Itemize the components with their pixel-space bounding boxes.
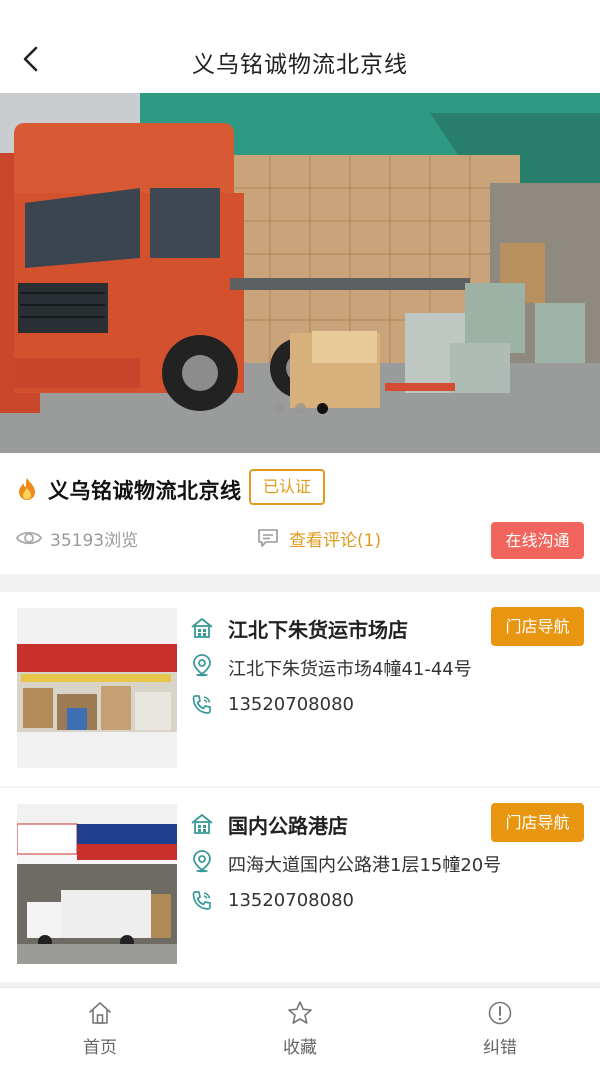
banner-carousel[interactable]	[0, 93, 600, 453]
store-name: 江北下朱货运市场店	[228, 618, 408, 642]
tab-label: 首页	[83, 1038, 117, 1058]
page-title: 义乌铭诚物流北京线	[192, 52, 408, 78]
tab-label: 收藏	[283, 1038, 317, 1058]
location-pin-icon	[193, 850, 211, 873]
eye-icon	[16, 531, 42, 545]
phone-icon[interactable]	[190, 889, 214, 913]
carousel-dot[interactable]	[294, 403, 306, 414]
carousel-indicator	[0, 403, 600, 414]
view-count: 35193浏览	[50, 531, 139, 551]
fire-icon	[19, 478, 35, 500]
store-name: 国内公路港店	[228, 814, 348, 838]
store-phone[interactable]: 13520708080	[228, 890, 354, 911]
home-icon	[89, 1002, 111, 1024]
tab-home[interactable]: 首页	[0, 988, 200, 1067]
shop-info: 义乌铭诚物流北京线 已认证 35193浏览 查看评论(1) 在线沟通	[0, 453, 600, 574]
online-chat-button[interactable]: 在线沟通	[491, 522, 584, 559]
store-card[interactable]: 江北下朱货运市场店 门店导航 江北下朱货运市场4幢41-44号 13520708…	[0, 592, 600, 786]
phone-icon[interactable]	[190, 693, 214, 717]
store-photo	[17, 804, 177, 964]
comment-icon	[258, 529, 278, 547]
store-phone[interactable]: 13520708080	[228, 694, 354, 715]
verified-badge: 已认证	[249, 469, 325, 505]
store-address: 四海大道国内公路港1层15幢20号	[228, 855, 502, 876]
store-icon	[191, 618, 213, 638]
navigation-bar: 义乌铭诚物流北京线	[0, 0, 600, 93]
alert-circle-icon	[488, 1001, 512, 1025]
carousel-dot-active[interactable]	[316, 403, 328, 414]
tab-report-error[interactable]: 纠错	[400, 988, 600, 1067]
store-photo	[17, 608, 177, 768]
banner-photo	[0, 93, 600, 453]
tab-label: 纠错	[483, 1038, 517, 1058]
store-navigation-button[interactable]: 门店导航	[491, 803, 584, 842]
carousel-dot[interactable]	[272, 403, 284, 414]
store-address: 江北下朱货运市场4幢41-44号	[228, 659, 472, 680]
store-navigation-button[interactable]: 门店导航	[491, 607, 584, 646]
tab-favorites[interactable]: 收藏	[200, 988, 400, 1067]
bottom-tab-bar: 首页 收藏 纠错	[0, 987, 600, 1067]
shop-name: 义乌铭诚物流北京线	[48, 479, 242, 503]
location-pin-icon	[193, 654, 211, 677]
view-reviews-link[interactable]: 查看评论(1)	[289, 526, 381, 551]
star-icon	[288, 1001, 312, 1024]
store-icon	[191, 814, 213, 834]
store-card[interactable]: 国内公路港店 门店导航 四海大道国内公路港1层15幢20号 1352070808…	[0, 788, 600, 982]
